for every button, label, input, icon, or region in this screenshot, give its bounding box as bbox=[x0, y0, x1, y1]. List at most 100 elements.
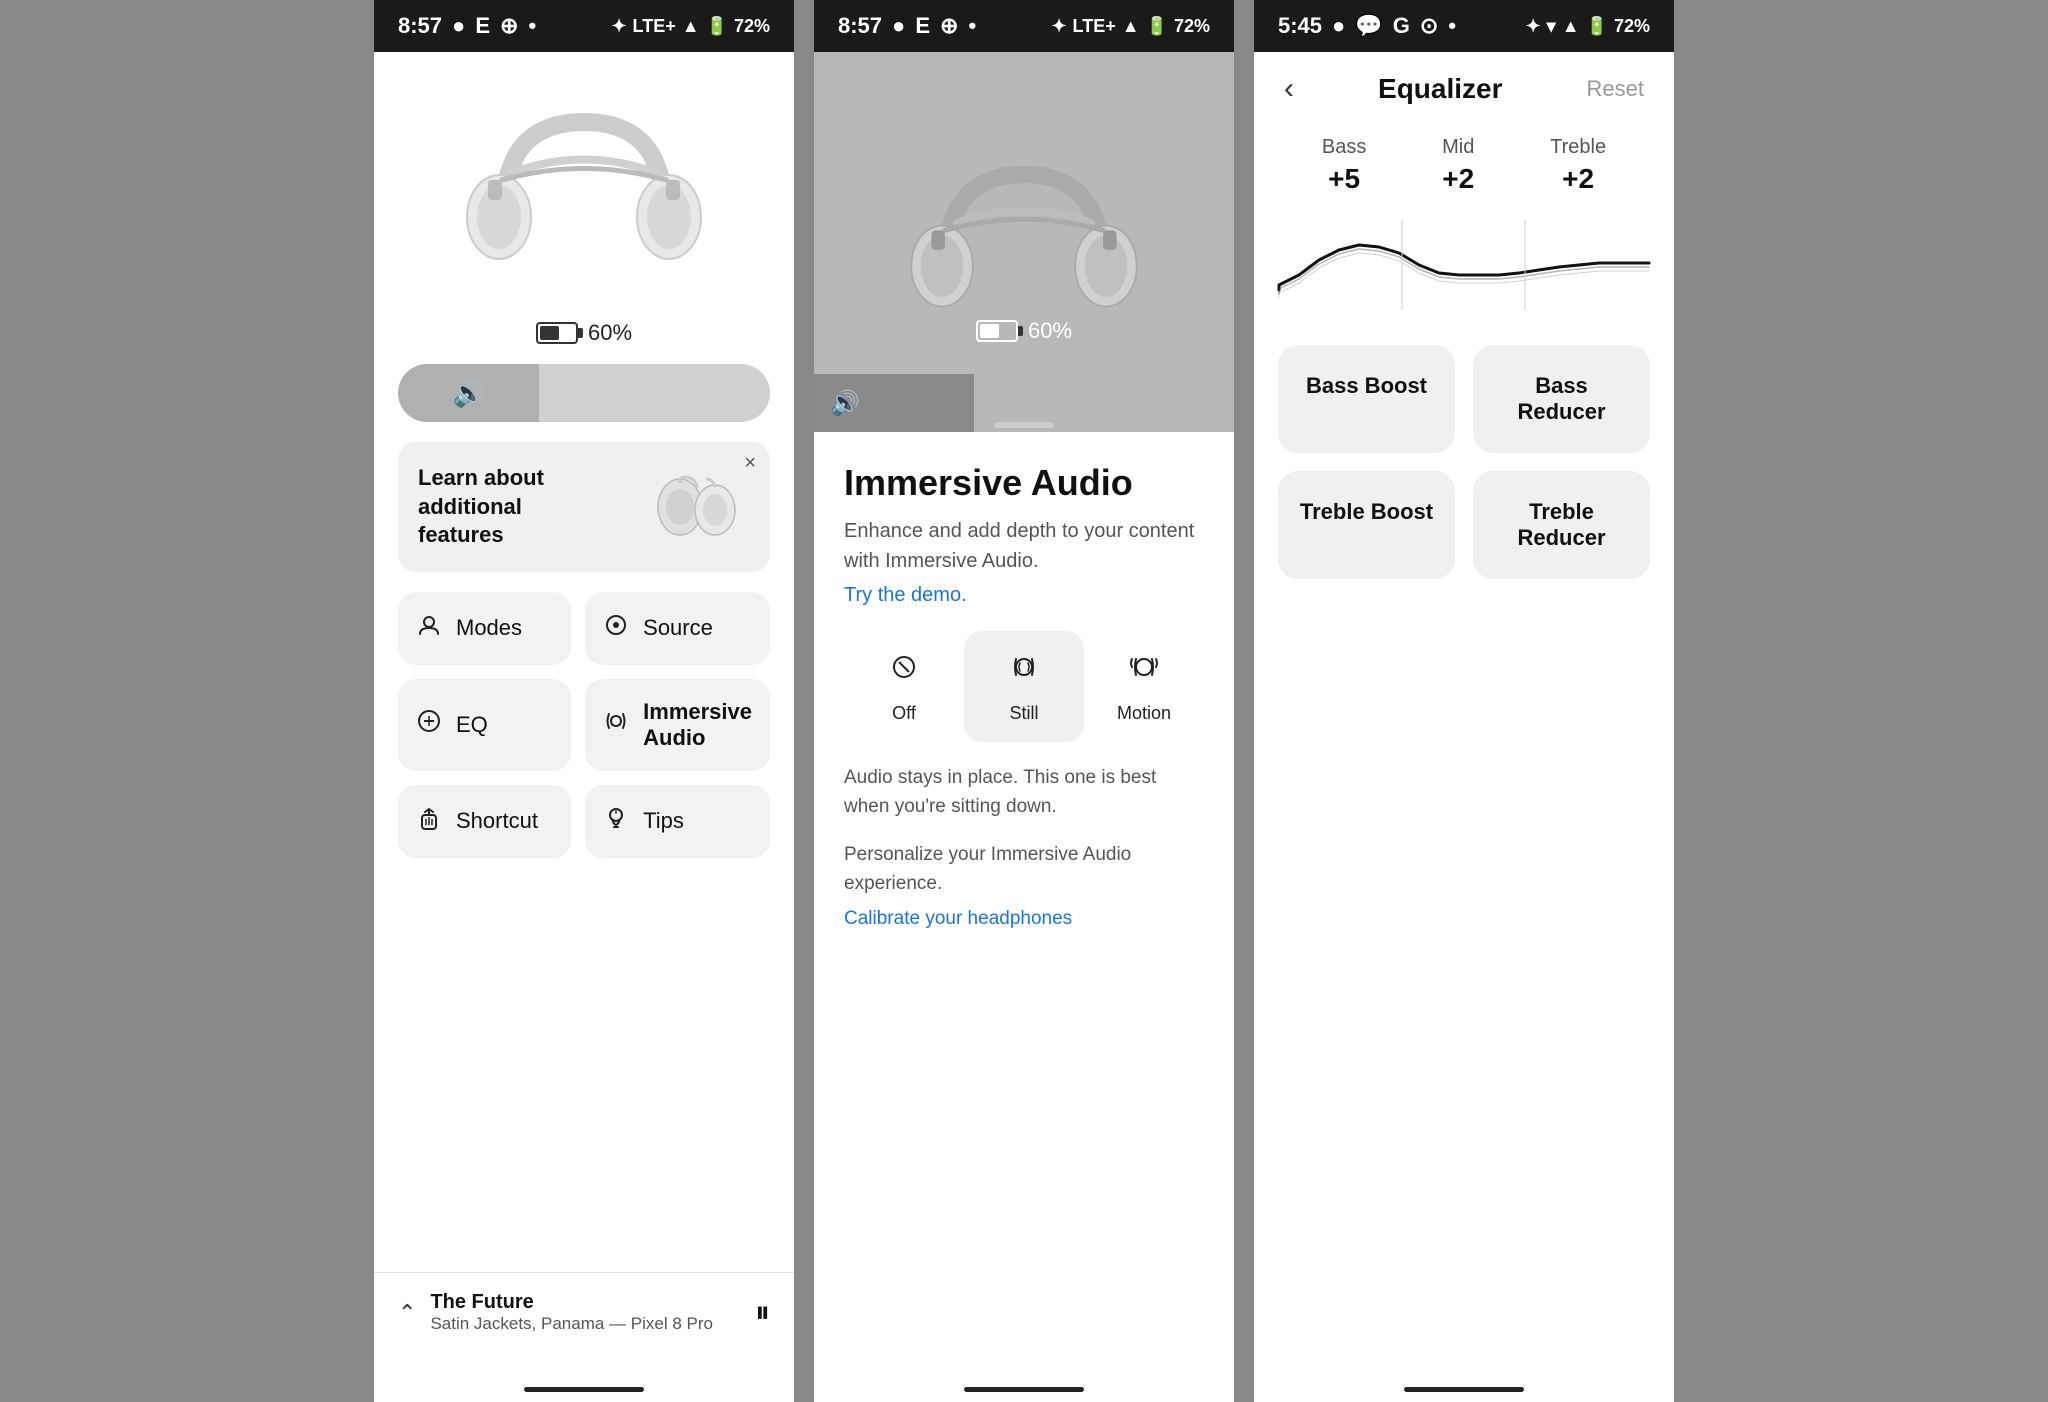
time-2: 8:57 bbox=[838, 13, 882, 39]
still-description: Audio stays in place. This one is best w… bbox=[844, 764, 1204, 821]
signal-bars-1: ▲ bbox=[682, 16, 700, 37]
eq-header: ‹ Equalizer Reset bbox=[1254, 52, 1674, 116]
battery-icon-1 bbox=[536, 322, 578, 344]
learn-card-1[interactable]: Learn about additional features × bbox=[398, 442, 770, 572]
bass-boost-preset[interactable]: Bass Boost bbox=[1278, 345, 1455, 453]
battery-percent-2: 72% bbox=[1174, 16, 1210, 37]
bottom-sheet: Immersive Audio Enhance and add depth to… bbox=[814, 432, 1234, 930]
bass-value: +5 bbox=[1322, 163, 1366, 195]
immersive-description: Enhance and add depth to your content wi… bbox=[844, 516, 1204, 576]
eq-curve-svg bbox=[1274, 215, 1654, 315]
volume-fill-1: 🔊 bbox=[398, 364, 539, 422]
try-demo-link[interactable]: Try the demo. bbox=[844, 584, 1204, 607]
mode-off[interactable]: Off bbox=[844, 631, 964, 742]
immersive-label: Immersive Audio bbox=[643, 699, 752, 751]
treble-reducer-preset[interactable]: Treble Reducer bbox=[1473, 471, 1650, 579]
home-bar-2 bbox=[964, 1387, 1084, 1392]
menu-grid-1: Modes Source EQ bbox=[398, 592, 770, 858]
status-bar-1: 8:57 ● E ⊕ • ✦ LTE+ ▲ 🔋 72% bbox=[374, 0, 794, 52]
eq-band-bass: Bass +5 bbox=[1322, 136, 1366, 195]
back-button[interactable]: ‹ bbox=[1284, 72, 1294, 106]
bass-reducer-label: Bass Reducer bbox=[1517, 373, 1605, 424]
eq-curve bbox=[1274, 215, 1654, 315]
phone-2: 8:57 ● E ⊕ • ✦ LTE+ ▲ 🔋 72% bbox=[814, 0, 1234, 1402]
now-playing-bar[interactable]: ⌃ The Future Satin Jackets, Panama — Pix… bbox=[374, 1272, 794, 1352]
battery-percent-display-1: 60% bbox=[588, 320, 632, 346]
home-bar-1 bbox=[524, 1387, 644, 1392]
calibrate-link[interactable]: Calibrate your headphones bbox=[844, 908, 1204, 930]
menu-item-eq[interactable]: EQ bbox=[398, 679, 571, 771]
extra-icon-3: ⊙ bbox=[1420, 13, 1438, 39]
treble-boost-preset[interactable]: Treble Boost bbox=[1278, 471, 1455, 579]
eq-presets: Bass Boost Bass Reducer Treble Boost Tre… bbox=[1278, 345, 1650, 579]
expand-icon[interactable]: ⌃ bbox=[398, 1300, 416, 1326]
track-title: The Future bbox=[430, 1291, 713, 1314]
google-icon-3: G bbox=[1393, 13, 1410, 39]
headphone-svg-1 bbox=[444, 82, 724, 302]
bass-label: Bass bbox=[1322, 136, 1366, 159]
carrier-e-2: E bbox=[915, 13, 930, 39]
signal-dot-3: ● bbox=[1332, 13, 1345, 39]
battery-row-2: 60% bbox=[976, 318, 1072, 344]
bluetooth-icon-2: ✦ bbox=[1051, 16, 1066, 37]
dot-3: • bbox=[1448, 13, 1456, 39]
track-subtitle: Satin Jackets, Panama — Pixel 8 Pro bbox=[430, 1314, 713, 1334]
wifi-icon-3: ▾ bbox=[1547, 16, 1556, 37]
mode-tabs: Off Still bbox=[844, 631, 1204, 742]
dot-2: • bbox=[968, 13, 976, 39]
shortcut-icon bbox=[416, 805, 442, 838]
battery-fill-1 bbox=[540, 326, 559, 340]
volume-icon-1: 🔊 bbox=[434, 378, 502, 409]
tips-icon bbox=[603, 805, 629, 838]
eq-label: EQ bbox=[456, 712, 488, 738]
carrier-icon-2: ⊕ bbox=[940, 13, 958, 39]
bluetooth-icon-1: ✦ bbox=[611, 16, 626, 37]
pause-button[interactable]: ⏸ bbox=[755, 1296, 770, 1330]
treble-value: +2 bbox=[1550, 163, 1606, 195]
battery-status-2: 🔋 bbox=[1146, 16, 1168, 37]
immersive-icon bbox=[603, 708, 629, 741]
close-button-1[interactable]: × bbox=[744, 452, 756, 475]
whatsapp-icon-3: 💬 bbox=[1355, 13, 1382, 39]
menu-item-tips[interactable]: Tips bbox=[585, 785, 770, 858]
signal-bars-3: ▲ bbox=[1562, 16, 1580, 37]
reset-button[interactable]: Reset bbox=[1587, 76, 1644, 102]
mid-label: Mid bbox=[1442, 136, 1474, 159]
learn-image-1 bbox=[640, 467, 750, 547]
mode-motion-label: Motion bbox=[1117, 703, 1171, 724]
personalize-text: Personalize your Immersive Audio experie… bbox=[844, 841, 1204, 898]
eq-icon bbox=[416, 708, 442, 741]
treble-reducer-label: Treble Reducer bbox=[1517, 499, 1605, 550]
battery-row-1: 60% bbox=[374, 320, 794, 346]
shortcut-label: Shortcut bbox=[456, 808, 538, 834]
modes-label: Modes bbox=[456, 615, 522, 641]
learn-text-1: Learn about additional features bbox=[418, 464, 598, 550]
carrier-e-1: E bbox=[475, 13, 490, 39]
sheet-handle bbox=[994, 422, 1054, 428]
status-bar-3: 5:45 ● 💬 G ⊙ • ✦ ▾ ▲ 🔋 72% bbox=[1254, 0, 1674, 52]
battery-percent-display-2: 60% bbox=[1028, 318, 1072, 344]
phone-3: 5:45 ● 💬 G ⊙ • ✦ ▾ ▲ 🔋 72% ‹ Equalizer R… bbox=[1254, 0, 1674, 1402]
menu-item-modes[interactable]: Modes bbox=[398, 592, 571, 665]
volume-bar-1[interactable]: 🔊 bbox=[398, 364, 770, 422]
signal-bars-2: ▲ bbox=[1122, 16, 1140, 37]
mode-off-icon bbox=[886, 649, 922, 693]
menu-item-source[interactable]: Source bbox=[585, 592, 770, 665]
menu-item-immersive[interactable]: Immersive Audio bbox=[585, 679, 770, 771]
bass-boost-label: Bass Boost bbox=[1306, 373, 1427, 398]
mode-motion[interactable]: Motion bbox=[1084, 631, 1204, 742]
menu-item-shortcut[interactable]: Shortcut bbox=[398, 785, 571, 858]
signal-dot-2: ● bbox=[892, 13, 905, 39]
headphone-image-2: 60% 🔊 bbox=[814, 52, 1234, 432]
headphone-image-1 bbox=[374, 52, 794, 312]
treble-boost-label: Treble Boost bbox=[1300, 499, 1433, 524]
bass-reducer-preset[interactable]: Bass Reducer bbox=[1473, 345, 1650, 453]
headphone-svg-2 bbox=[889, 142, 1159, 342]
eq-title: Equalizer bbox=[1378, 73, 1502, 105]
mid-value: +2 bbox=[1442, 163, 1474, 195]
battery-icon-2 bbox=[976, 320, 1018, 342]
modes-icon bbox=[416, 612, 442, 645]
mode-still[interactable]: Still bbox=[964, 631, 1084, 742]
battery-percent-3: 72% bbox=[1614, 16, 1650, 37]
mode-motion-icon bbox=[1126, 649, 1162, 693]
